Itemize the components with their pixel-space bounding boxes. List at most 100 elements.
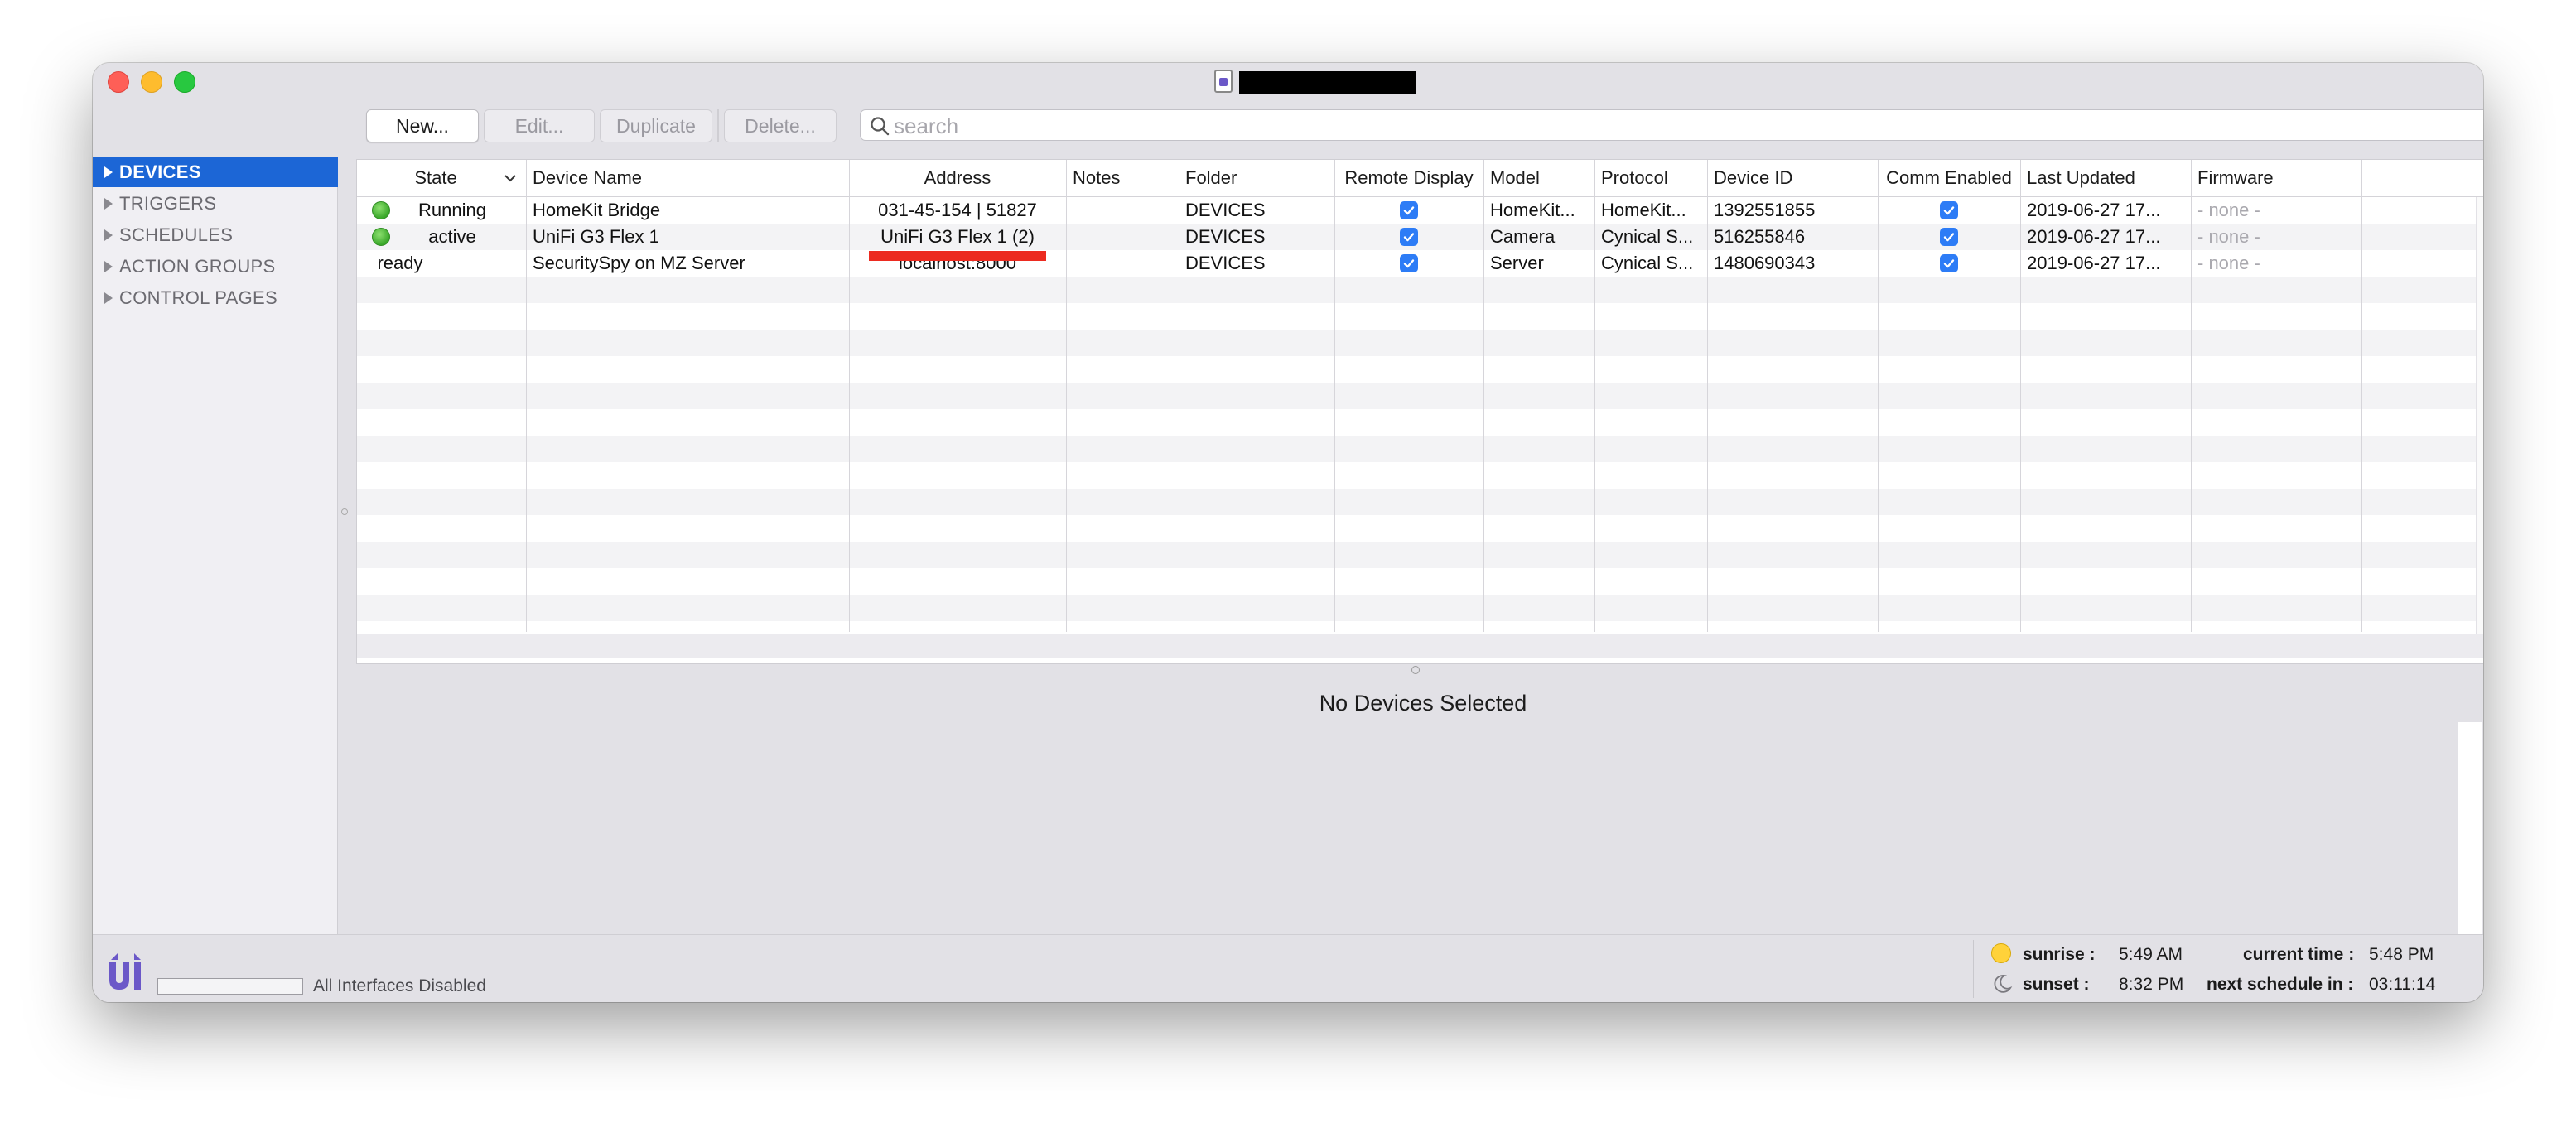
sidebar-item-label: ACTION GROUPS — [119, 256, 276, 277]
minimize-window-button[interactable] — [141, 71, 162, 93]
cell-remote-display — [1334, 197, 1483, 224]
column-header-label: Firmware — [2197, 167, 2274, 188]
no-selection-label: No Devices Selected — [1319, 691, 1527, 716]
cell-folder: DEVICES — [1185, 253, 1266, 273]
status-active-icon — [372, 228, 390, 246]
column-header-comm-enabled[interactable]: Comm Enabled — [1878, 160, 2020, 196]
search-field[interactable] — [860, 109, 2483, 141]
sunrise-label: sunrise : — [2023, 945, 2096, 964]
table-row[interactable]: active UniFi G3 Flex 1 UniFi G3 Flex 1 (… — [357, 224, 2476, 250]
disclosure-triangle-icon[interactable] — [104, 292, 113, 304]
sun-icon — [1991, 943, 2011, 963]
table-vertical-scrollbar[interactable] — [2476, 197, 2483, 639]
cell-state: ready — [377, 253, 423, 273]
next-schedule-label: next schedule in : — [2207, 975, 2354, 994]
column-header-label: Remote Display — [1344, 167, 1474, 188]
disclosure-triangle-icon[interactable] — [104, 229, 113, 241]
sidebar-item-triggers[interactable]: TRIGGERS — [93, 189, 338, 219]
status-bar: All Interfaces Disabled sunrise : 5:49 A… — [93, 934, 2483, 1002]
edit-button[interactable]: Edit... — [484, 109, 595, 142]
cell-address: UniFi G3 Flex 1 (2) — [880, 226, 1035, 247]
column-header-protocol[interactable]: Protocol — [1594, 160, 1707, 196]
search-input[interactable] — [892, 112, 2483, 140]
cell-device-id: 516255846 — [1714, 226, 1806, 247]
cell-protocol: HomeKit... — [1601, 200, 1686, 220]
column-header-last-updated[interactable]: Last Updated — [2020, 160, 2191, 196]
comm-enabled-checkbox[interactable] — [1940, 201, 1958, 219]
cell-remote-display — [1334, 224, 1483, 250]
checkmark-icon — [1943, 233, 1955, 242]
next-schedule-value: 03:11:14 — [2369, 975, 2436, 994]
cell-notes — [1066, 197, 1179, 224]
checkmark-icon — [1943, 206, 1955, 215]
new-button[interactable]: New... — [366, 109, 479, 142]
duplicate-button[interactable]: Duplicate — [600, 109, 712, 142]
sidebar-item-label: SCHEDULES — [119, 224, 234, 245]
annotation-underline — [869, 251, 1046, 261]
disclosure-triangle-icon[interactable] — [104, 166, 113, 178]
pane-splitter-handle[interactable] — [1411, 666, 1420, 674]
cell-comm-enabled — [1878, 250, 2020, 277]
current-time-label: current time : — [2243, 945, 2355, 964]
sidebar-item-devices[interactable]: DEVICES — [93, 157, 338, 187]
column-header-state[interactable]: State — [357, 160, 514, 196]
current-time-value: 5:48 PM — [2369, 945, 2434, 964]
cell-last-updated: 2019-06-27 17... — [2027, 226, 2161, 247]
sidebar-item-label: CONTROL PAGES — [119, 287, 277, 308]
table-header: State Device Name Address Notes Folder R… — [357, 160, 2483, 197]
app-window: New... Edit... Duplicate Delete... DEVIC… — [93, 63, 2483, 1002]
column-header-device-id[interactable]: Device ID — [1707, 160, 1878, 196]
app-logo-icon — [109, 945, 141, 990]
column-header-label: Comm Enabled — [1886, 167, 2012, 188]
remote-display-checkbox[interactable] — [1400, 201, 1418, 219]
sort-chevron-icon[interactable] — [503, 171, 518, 185]
sidebar-item-label: TRIGGERS — [119, 193, 217, 214]
sidebar-splitter-handle[interactable] — [341, 508, 348, 515]
column-header-notes[interactable]: Notes — [1066, 160, 1179, 196]
column-header-address[interactable]: Address — [849, 160, 1066, 196]
delete-button[interactable]: Delete... — [724, 109, 837, 142]
cell-model: Server — [1490, 253, 1544, 273]
zoom-window-button[interactable] — [174, 71, 195, 93]
remote-display-checkbox[interactable] — [1400, 228, 1418, 246]
comm-enabled-checkbox[interactable] — [1940, 254, 1958, 272]
column-header-label: Device Name — [533, 167, 643, 188]
disclosure-triangle-icon[interactable] — [104, 198, 113, 210]
table-row[interactable]: Running HomeKit Bridge 031-45-154 | 5182… — [357, 197, 2476, 224]
disclosure-triangle-icon[interactable] — [104, 261, 113, 272]
sidebar-item-action-groups[interactable]: ACTION GROUPS — [93, 252, 338, 282]
cell-last-updated: 2019-06-27 17... — [2027, 253, 2161, 273]
cell-state: Running — [418, 200, 486, 220]
table-row[interactable]: ready SecuritySpy on MZ Server localhost… — [357, 250, 2476, 277]
comm-enabled-checkbox[interactable] — [1940, 228, 1958, 246]
column-header-label: Device ID — [1714, 167, 1793, 188]
remote-display-checkbox[interactable] — [1400, 254, 1418, 272]
moon-icon — [1994, 975, 2013, 993]
cell-comm-enabled — [1878, 197, 2020, 224]
cell-address: 031-45-154 | 51827 — [878, 200, 1037, 220]
cell-device-id: 1392551855 — [1714, 200, 1816, 220]
status-separator — [1973, 940, 1974, 998]
column-header-folder[interactable]: Folder — [1179, 160, 1334, 196]
interfaces-status: All Interfaces Disabled — [313, 976, 486, 995]
cell-protocol: Cynical S... — [1601, 226, 1694, 247]
checkmark-icon — [1403, 259, 1415, 268]
devices-table: State Device Name Address Notes Folder R… — [356, 159, 2483, 664]
close-window-button[interactable] — [108, 71, 129, 93]
cell-protocol: Cynical S... — [1601, 253, 1694, 273]
sidebar-item-label: DEVICES — [119, 161, 201, 182]
cell-comm-enabled — [1878, 224, 2020, 250]
cell-model: HomeKit... — [1490, 200, 1575, 220]
table-horizontal-scrollbar[interactable] — [357, 634, 2483, 658]
column-header-firmware[interactable]: Firmware — [2191, 160, 2361, 196]
checkmark-icon — [1403, 206, 1415, 215]
column-header-remote-display[interactable]: Remote Display — [1334, 160, 1483, 196]
column-header-device-name[interactable]: Device Name — [526, 160, 849, 196]
detail-scrollbar[interactable] — [2458, 722, 2482, 934]
column-header-label: State — [414, 167, 457, 188]
sidebar-item-control-pages[interactable]: CONTROL PAGES — [93, 283, 338, 313]
sidebar-item-schedules[interactable]: SCHEDULES — [93, 220, 338, 250]
column-header-model[interactable]: Model — [1483, 160, 1594, 196]
cell-folder: DEVICES — [1185, 226, 1266, 247]
search-icon — [871, 117, 890, 136]
